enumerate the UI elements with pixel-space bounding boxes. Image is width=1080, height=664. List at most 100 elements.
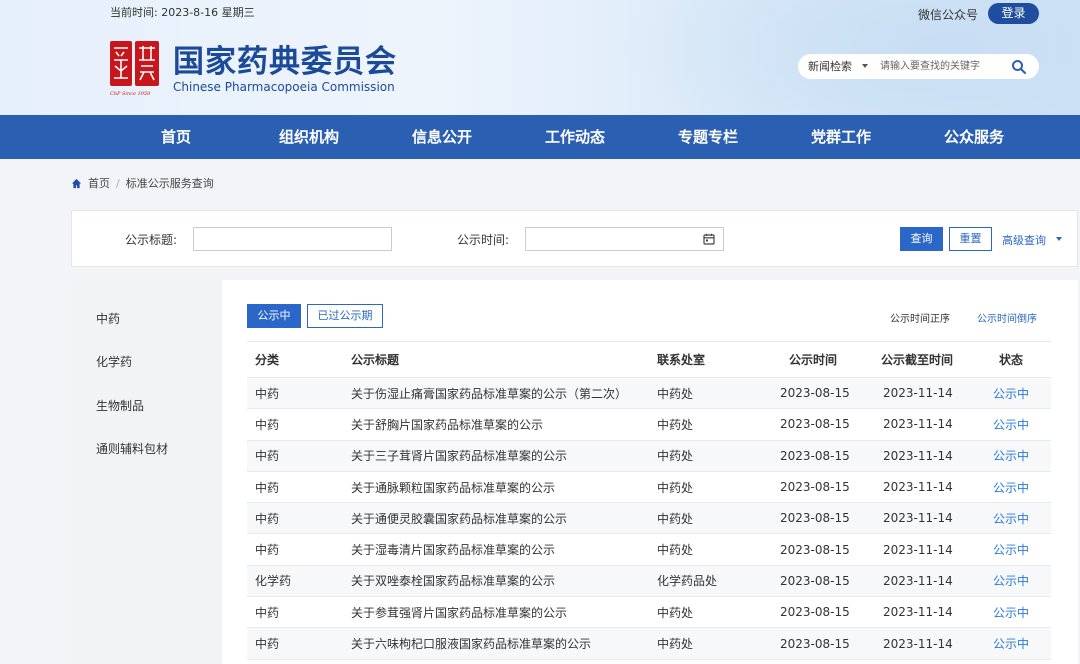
search-scope-select[interactable]: 新闻检索 [808, 54, 852, 79]
cell-category: 中药 [255, 386, 280, 401]
cell-end-date: 2023-11-14 [883, 417, 953, 432]
search-bar: 新闻检索 [798, 54, 1039, 79]
search-filter-panel: 公示标题: 公示时间: 查询 重置 高级查询 [71, 210, 1078, 267]
sort-ascending-link[interactable]: 公示时间正序 [890, 310, 950, 325]
home-icon[interactable] [71, 178, 82, 189]
table-row: 中药 关于通脉颗粒国家药品标准草案的公示 中药处 2023-08-15 2023-11-… [247, 472, 1051, 504]
table-row: 中药 关于舒胸片国家药品标准草案的公示 中药处 2023-08-15 2023-11-1… [247, 409, 1051, 441]
column-header-end-date: 公示截至时间 [881, 353, 954, 367]
breadcrumb-home[interactable]: 首页 [88, 175, 110, 191]
cell-status-link[interactable]: 公示中 [993, 597, 1029, 627]
breadcrumb: 首页 / 标准公示服务查询 [71, 175, 214, 191]
sort-descending-link[interactable]: 公示时间倒序 [977, 310, 1037, 325]
logo-caption: CbP Since 1950 [110, 91, 151, 97]
cell-category: 中药 [255, 449, 280, 464]
table-row: 中药 关于湿毒清片国家药品标准草案的公示 中药处 2023-08-15 2023-11-… [247, 534, 1051, 566]
cell-status-link[interactable]: 公示中 [993, 441, 1029, 471]
main-nav: 首页 组织机构 信息公开 工作动态 专题专栏 党群工作 公众服务 [0, 115, 1080, 159]
cell-department: 中药处 [657, 637, 694, 652]
cell-date: 2023-08-15 [780, 511, 850, 526]
chevron-down-icon[interactable] [1056, 237, 1062, 241]
cell-category: 中药 [255, 605, 280, 620]
cell-title-link[interactable]: 关于参茸强肾片国家药品标准草案的公示 [351, 597, 567, 627]
chevron-down-icon[interactable] [862, 64, 868, 68]
cell-end-date: 2023-11-14 [883, 573, 953, 588]
cell-department: 化学药品处 [657, 574, 718, 589]
cell-date: 2023-08-15 [780, 417, 850, 432]
column-header-date: 公示时间 [789, 353, 838, 367]
query-button[interactable]: 查询 [900, 227, 943, 251]
cell-status-link[interactable]: 公示中 [993, 409, 1029, 439]
cell-title-link[interactable]: 关于通便灵胶囊国家药品标准草案的公示 [351, 503, 567, 533]
title-filter-label: 公示标题: [125, 233, 178, 247]
cell-end-date: 2023-11-14 [883, 636, 953, 651]
sidebar-item-tcm[interactable]: 中药 [96, 310, 120, 327]
brand-subtitle: Chinese Pharmacopoeia Commission [173, 80, 395, 94]
cell-status-link[interactable]: 公示中 [993, 566, 1029, 596]
cell-end-date: 2023-11-14 [883, 542, 953, 557]
table-row: 中药 关于通便灵胶囊国家药品标准草案的公示 中药处 2023-08-15 2023-11… [247, 503, 1051, 535]
cell-title-link[interactable]: 关于湿毒清片国家药品标准草案的公示 [351, 534, 555, 564]
cell-status-link[interactable]: 公示中 [993, 378, 1029, 408]
cell-end-date: 2023-11-14 [883, 386, 953, 401]
title-filter-input[interactable] [193, 227, 392, 251]
cell-department: 中药处 [657, 543, 694, 558]
cell-category: 中药 [255, 511, 280, 526]
search-input[interactable] [880, 58, 1000, 75]
table-row: 中药 关于三子茸肾片国家药品标准草案的公示 中药处 2023-08-15 2023-11… [247, 440, 1051, 472]
sidebar-item-chemical[interactable]: 化学药 [96, 353, 132, 370]
cell-department: 中药处 [657, 605, 694, 620]
results-table: 分类 公示标题 联系处室 公示时间 公示截至时间 状态 中药 关于伤湿止痛膏国家药… [247, 341, 1051, 660]
cell-status-link[interactable]: 公示中 [993, 534, 1029, 564]
cell-date: 2023-08-15 [780, 542, 850, 557]
cell-status-link[interactable]: 公示中 [993, 628, 1029, 658]
nav-item-public-service[interactable]: 公众服务 [944, 115, 1004, 159]
login-button[interactable]: 登录 [988, 3, 1039, 24]
nav-item-organization[interactable]: 组织机构 [279, 115, 339, 159]
cell-department: 中药处 [657, 386, 694, 401]
time-filter-input[interactable] [525, 227, 724, 251]
nav-item-work-news[interactable]: 工作动态 [545, 115, 605, 159]
nav-item-special-topics[interactable]: 专题专栏 [678, 115, 738, 159]
cell-category: 中药 [255, 480, 280, 495]
cell-category: 中药 [255, 543, 280, 558]
cell-title-link[interactable]: 关于通脉颗粒国家药品标准草案的公示 [351, 472, 555, 502]
site-header: 当前时间: 2023-8-16 星期三 微信公众号 登录 CbP Since 1… [0, 0, 1080, 115]
cell-title-link[interactable]: 关于双唑泰栓国家药品标准草案的公示 [351, 566, 555, 596]
cell-status-link[interactable]: 公示中 [993, 503, 1029, 533]
cell-department: 中药处 [657, 480, 694, 495]
advanced-search-toggle[interactable]: 高级查询 [1002, 232, 1046, 248]
cell-title-link[interactable]: 关于舒胸片国家药品标准草案的公示 [351, 409, 543, 439]
cell-category: 中药 [255, 417, 280, 432]
cell-end-date: 2023-11-14 [883, 605, 953, 620]
column-header-status: 状态 [999, 353, 1024, 367]
sidebar-item-general-excipients[interactable]: 通则辅料包材 [96, 440, 168, 457]
logo-seal-icon[interactable]: CbP Since 1950 [108, 40, 161, 97]
category-sidebar: 中药 化学药 生物制品 通则辅料包材 [71, 280, 222, 664]
column-header-title: 公示标题 [351, 353, 400, 367]
nav-item-party-work[interactable]: 党群工作 [811, 115, 871, 159]
cell-date: 2023-08-15 [780, 605, 850, 620]
cell-date: 2023-08-15 [780, 480, 850, 495]
results-panel: 公示中 已过公示期 公示时间正序 公示时间倒序 分类 公示标题 联系处室 公示时… [222, 280, 1078, 664]
cell-department: 中药处 [657, 511, 694, 526]
cell-end-date: 2023-11-14 [883, 480, 953, 495]
cell-title-link[interactable]: 关于伤湿止痛膏国家药品标准草案的公示（第二次） [351, 378, 627, 408]
nav-item-home[interactable]: 首页 [161, 115, 191, 159]
tab-expired[interactable]: 已过公示期 [307, 304, 383, 328]
brand-title[interactable]: 国家药典委员会 [173, 36, 397, 81]
cell-date: 2023-08-15 [780, 386, 850, 401]
cell-title-link[interactable]: 关于六味枸杞口服液国家药品标准草案的公示 [351, 628, 591, 658]
cell-title-link[interactable]: 关于三子茸肾片国家药品标准草案的公示 [351, 441, 567, 471]
reset-button[interactable]: 重置 [949, 227, 992, 251]
nav-item-info-disclosure[interactable]: 信息公开 [412, 115, 472, 159]
search-icon[interactable] [1011, 59, 1027, 75]
column-header-category: 分类 [255, 353, 280, 367]
sidebar-item-biological[interactable]: 生物制品 [96, 397, 144, 414]
cell-status-link[interactable]: 公示中 [993, 472, 1029, 502]
wechat-link[interactable]: 微信公众号 [918, 6, 978, 23]
calendar-icon[interactable] [703, 233, 715, 245]
table-row: 中药 关于参茸强肾片国家药品标准草案的公示 中药处 2023-08-15 2023-11… [247, 597, 1051, 629]
column-header-department: 联系处室 [657, 353, 706, 367]
tab-in-publicity[interactable]: 公示中 [247, 304, 301, 328]
